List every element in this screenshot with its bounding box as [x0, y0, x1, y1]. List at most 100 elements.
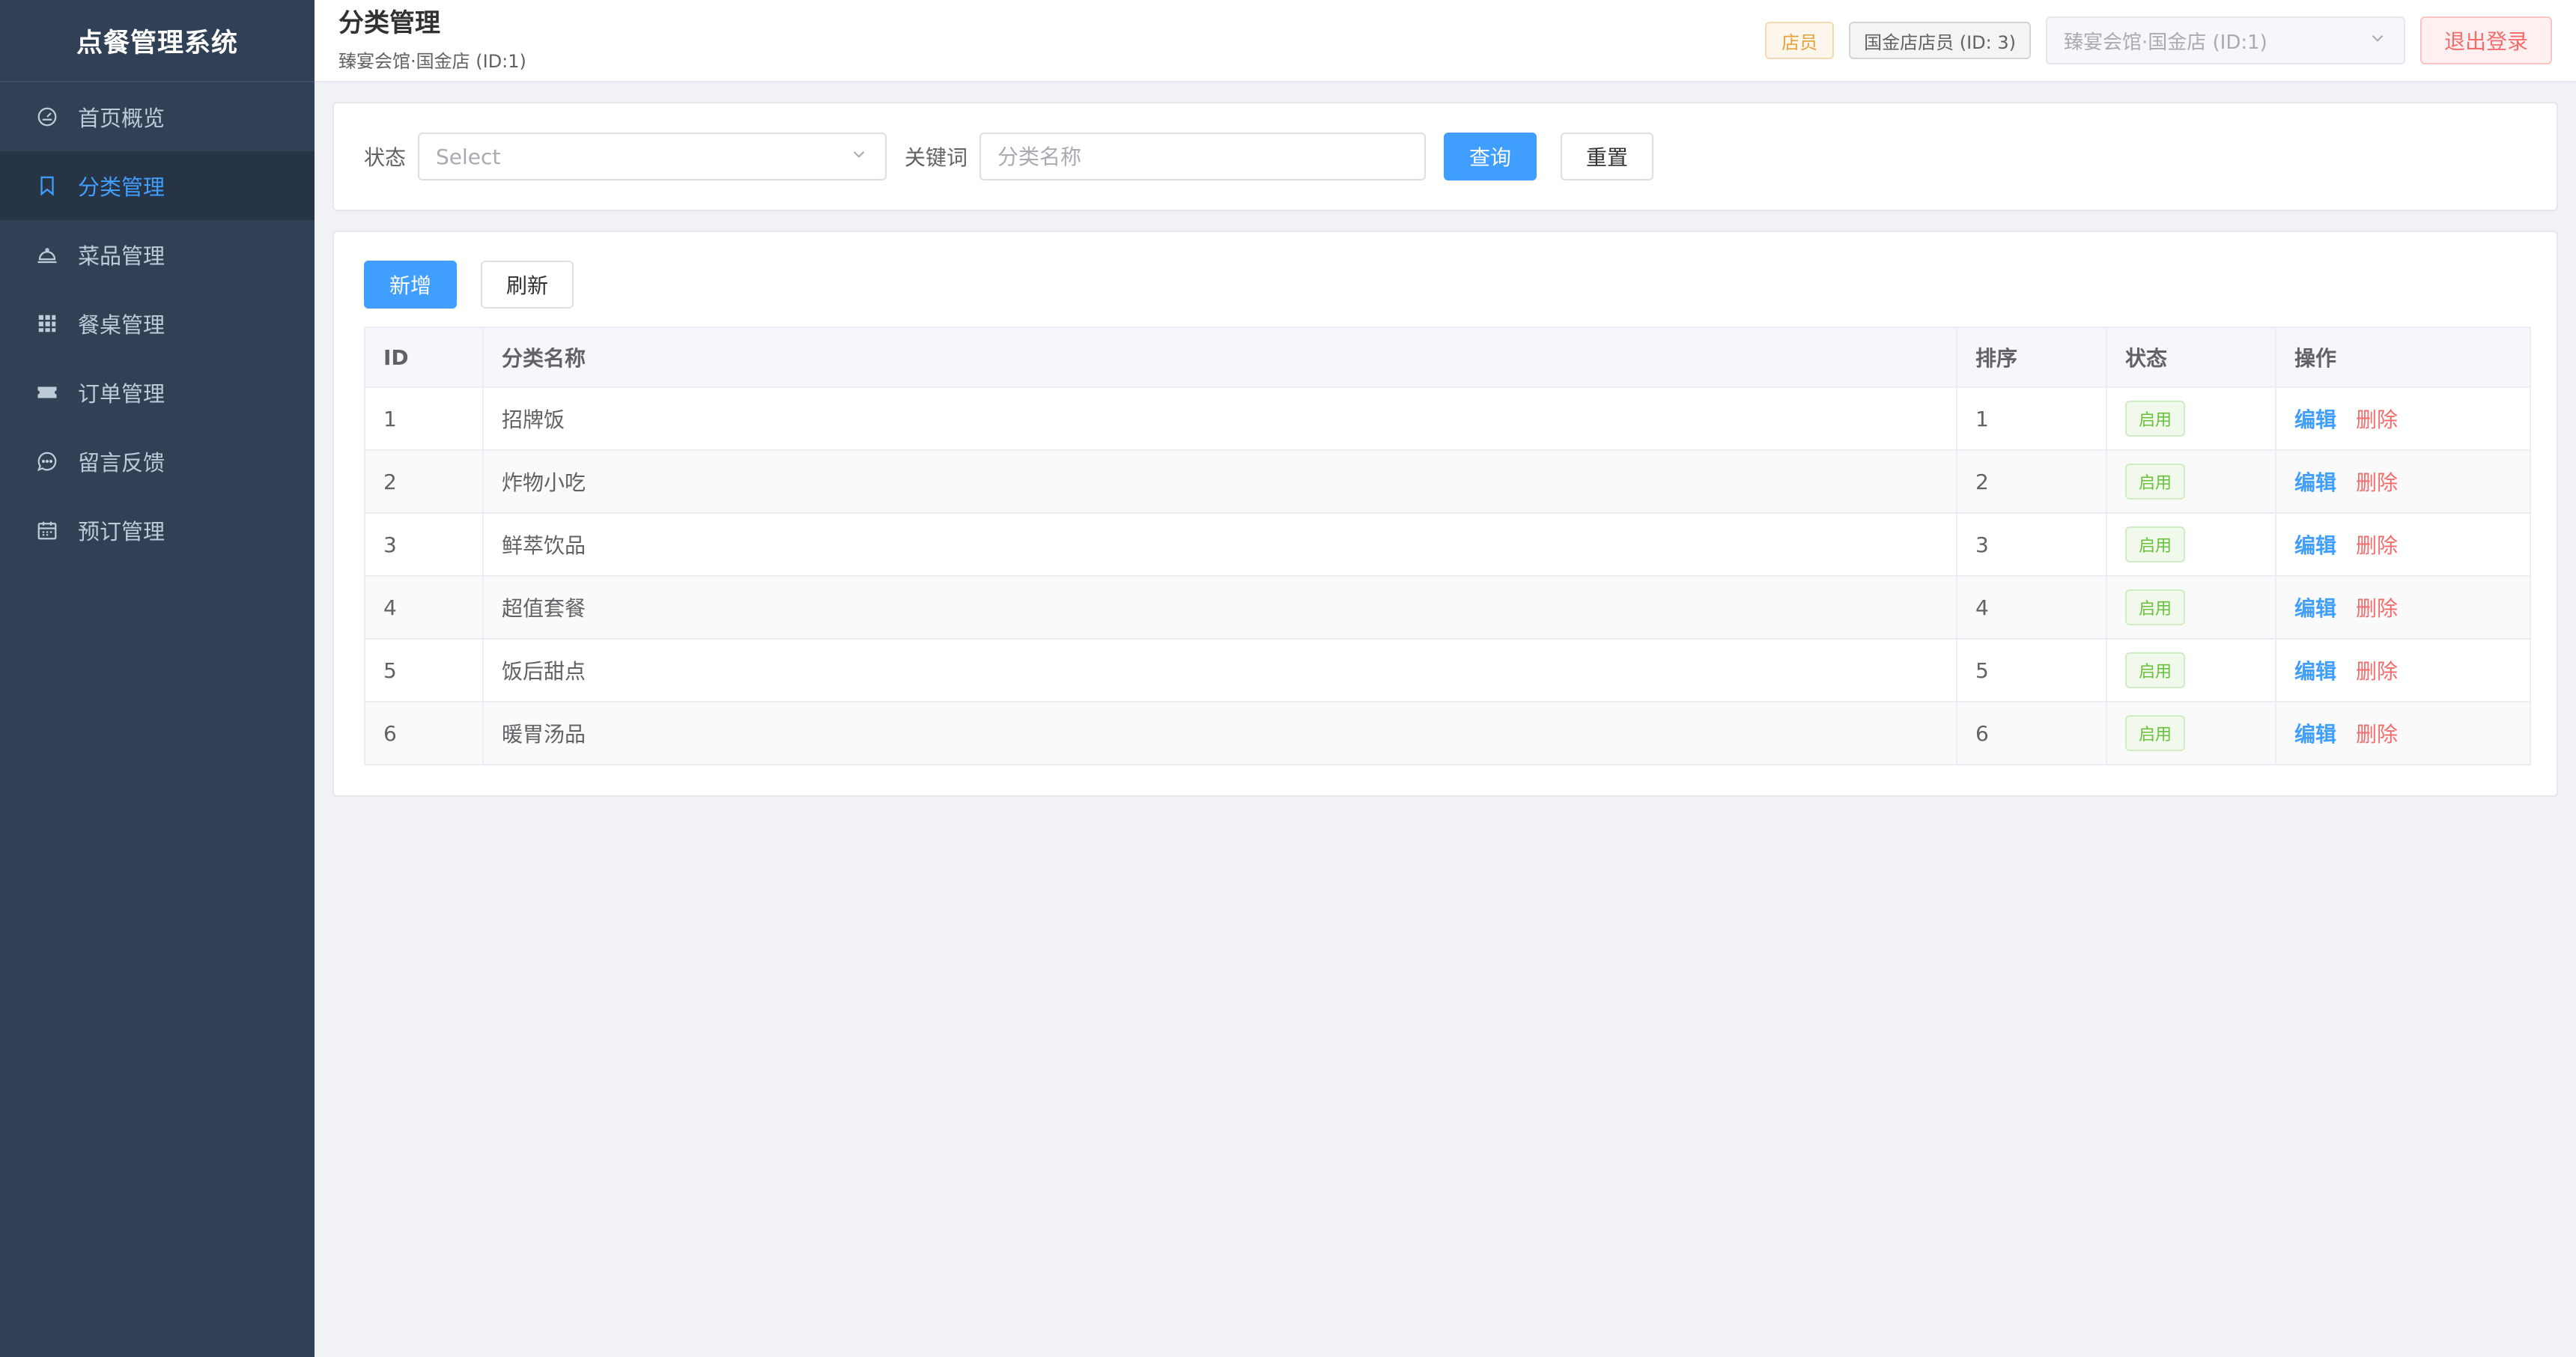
reset-button[interactable]: 重置: [1561, 133, 1654, 180]
bookmark-icon: [36, 174, 58, 197]
cell-name: 鲜萃饮品: [482, 512, 1957, 577]
status-badge: 启用: [2125, 715, 2186, 751]
sidebar-item-feedback[interactable]: 留言反馈: [0, 427, 315, 496]
refresh-button[interactable]: 刷新: [481, 261, 574, 309]
filter-panel: 状态 Select 关键词 查询 重置: [332, 102, 2558, 211]
column-header-name: 分类名称: [482, 327, 1957, 388]
query-button[interactable]: 查询: [1444, 133, 1537, 180]
status-badge: 启用: [2125, 526, 2186, 562]
cell-sort: 6: [1956, 701, 2107, 765]
store-select[interactable]: 臻宴会馆·国金店 (ID:1): [2045, 16, 2405, 64]
table-row: 5 饭后甜点 5 启用 编辑 删除: [364, 638, 2531, 702]
column-header-status: 状态: [2106, 327, 2276, 388]
header-left: 分类管理 臻宴会馆·国金店 (ID:1): [338, 8, 526, 73]
table-row: 1 招牌饭 1 启用 编辑 删除: [364, 386, 2531, 451]
cell-id: 1: [364, 386, 484, 451]
chevron-down-icon: [849, 145, 869, 169]
edit-link[interactable]: 编辑: [2294, 722, 2336, 747]
content: 状态 Select 关键词 查询 重置 新增 刷新: [315, 82, 2576, 797]
cell-sort: 4: [1956, 575, 2107, 640]
cell-status: 启用: [2106, 638, 2276, 702]
chevron-down-icon: [2368, 28, 2387, 53]
delete-link[interactable]: 删除: [2356, 596, 2398, 621]
status-select[interactable]: Select: [418, 133, 887, 180]
column-header-id: ID: [364, 327, 484, 388]
cell-actions: 编辑 删除: [2275, 512, 2531, 577]
column-header-sort: 排序: [1956, 327, 2107, 388]
main-area: 分类管理 臻宴会馆·国金店 (ID:1) 店员 国金店店员 (ID: 3) 臻宴…: [315, 0, 2576, 1357]
cell-status: 启用: [2106, 575, 2276, 640]
table-row: 2 炸物小吃 2 启用 编辑 删除: [364, 449, 2531, 514]
cell-actions: 编辑 删除: [2275, 575, 2531, 640]
delete-link[interactable]: 删除: [2356, 659, 2398, 684]
dish-icon: [36, 243, 58, 266]
edit-link[interactable]: 编辑: [2294, 533, 2336, 558]
sidebar-item-reservations[interactable]: 预订管理: [0, 496, 315, 565]
logout-button[interactable]: 退出登录: [2419, 16, 2552, 64]
table-row: 3 鲜萃饮品 3 启用 编辑 删除: [364, 512, 2531, 577]
chat-icon: [36, 450, 58, 473]
cell-id: 6: [364, 701, 484, 765]
cell-name: 饭后甜点: [482, 638, 1957, 702]
cell-actions: 编辑 删除: [2275, 701, 2531, 765]
sidebar-item-orders[interactable]: 订单管理: [0, 358, 315, 427]
sidebar-item-label: 菜品管理: [78, 243, 165, 269]
cell-status: 启用: [2106, 512, 2276, 577]
dashboard-icon: [36, 106, 58, 128]
sidebar: 点餐管理系统 首页概览 分类管理 菜品管理 餐桌管理 订单管理 留言反馈 预订管…: [0, 0, 315, 1357]
cell-status: 启用: [2106, 386, 2276, 451]
table-header-row: ID 分类名称 排序 状态 操作: [364, 327, 2531, 388]
cell-name: 招牌饭: [482, 386, 1957, 451]
category-table: ID 分类名称 排序 状态 操作 1 招牌饭 1 启用 编辑 删除 2 炸物小吃…: [364, 327, 2531, 765]
table-panel: 新增 刷新 ID 分类名称 排序 状态 操作 1 招牌饭 1 启用 编辑 删除 …: [332, 231, 2558, 797]
status-select-placeholder: Select: [436, 144, 501, 169]
status-badge: 启用: [2125, 401, 2186, 437]
keyword-input[interactable]: [979, 133, 1427, 180]
cell-id: 3: [364, 512, 484, 577]
grid-icon: [36, 312, 58, 335]
app-title: 点餐管理系统: [0, 0, 315, 82]
add-button[interactable]: 新增: [364, 261, 458, 309]
role-badge: 店员: [1765, 22, 1835, 59]
cell-actions: 编辑 删除: [2275, 386, 2531, 451]
status-badge: 启用: [2125, 652, 2186, 688]
app-root: 点餐管理系统 首页概览 分类管理 菜品管理 餐桌管理 订单管理 留言反馈 预订管…: [0, 0, 2576, 1357]
status-badge: 启用: [2125, 589, 2186, 625]
status-filter-label: 状态: [364, 145, 407, 170]
keyword-filter-label: 关键词: [905, 145, 968, 170]
cell-sort: 3: [1956, 512, 2107, 577]
delete-link[interactable]: 删除: [2356, 470, 2398, 495]
sidebar-item-overview[interactable]: 首页概览: [0, 82, 315, 151]
sidebar-item-dishes[interactable]: 菜品管理: [0, 220, 315, 289]
sidebar-item-label: 首页概览: [78, 106, 165, 131]
ticket-icon: [36, 381, 58, 404]
cell-actions: 编辑 删除: [2275, 449, 2531, 514]
edit-link[interactable]: 编辑: [2294, 407, 2336, 432]
delete-link[interactable]: 删除: [2356, 722, 2398, 747]
store-select-value: 臻宴会馆·国金店 (ID:1): [2063, 31, 2267, 54]
cell-sort: 2: [1956, 449, 2107, 514]
column-header-actions: 操作: [2275, 327, 2531, 388]
sidebar-item-category[interactable]: 分类管理: [0, 151, 315, 220]
sidebar-item-label: 餐桌管理: [78, 312, 165, 338]
user-badge: 国金店店员 (ID: 3): [1849, 22, 2031, 59]
cell-status: 启用: [2106, 701, 2276, 765]
delete-link[interactable]: 删除: [2356, 533, 2398, 558]
header-right: 店员 国金店店员 (ID: 3) 臻宴会馆·国金店 (ID:1) 退出登录: [1765, 16, 2552, 64]
sidebar-item-label: 分类管理: [78, 174, 165, 200]
table-row: 6 暖胃汤品 6 启用 编辑 删除: [364, 701, 2531, 765]
cell-id: 5: [364, 638, 484, 702]
cell-name: 炸物小吃: [482, 449, 1957, 514]
sidebar-item-label: 订单管理: [78, 381, 165, 407]
calendar-icon: [36, 519, 58, 541]
status-badge: 启用: [2125, 464, 2186, 500]
edit-link[interactable]: 编辑: [2294, 659, 2336, 684]
delete-link[interactable]: 删除: [2356, 407, 2398, 432]
sidebar-item-tables[interactable]: 餐桌管理: [0, 289, 315, 358]
edit-link[interactable]: 编辑: [2294, 470, 2336, 495]
cell-name: 暖胃汤品: [482, 701, 1957, 765]
page-title: 分类管理: [338, 8, 440, 39]
table-toolbar: 新增 刷新: [364, 261, 2527, 309]
edit-link[interactable]: 编辑: [2294, 596, 2336, 621]
page-subtitle: 臻宴会馆·国金店 (ID:1): [338, 50, 526, 72]
